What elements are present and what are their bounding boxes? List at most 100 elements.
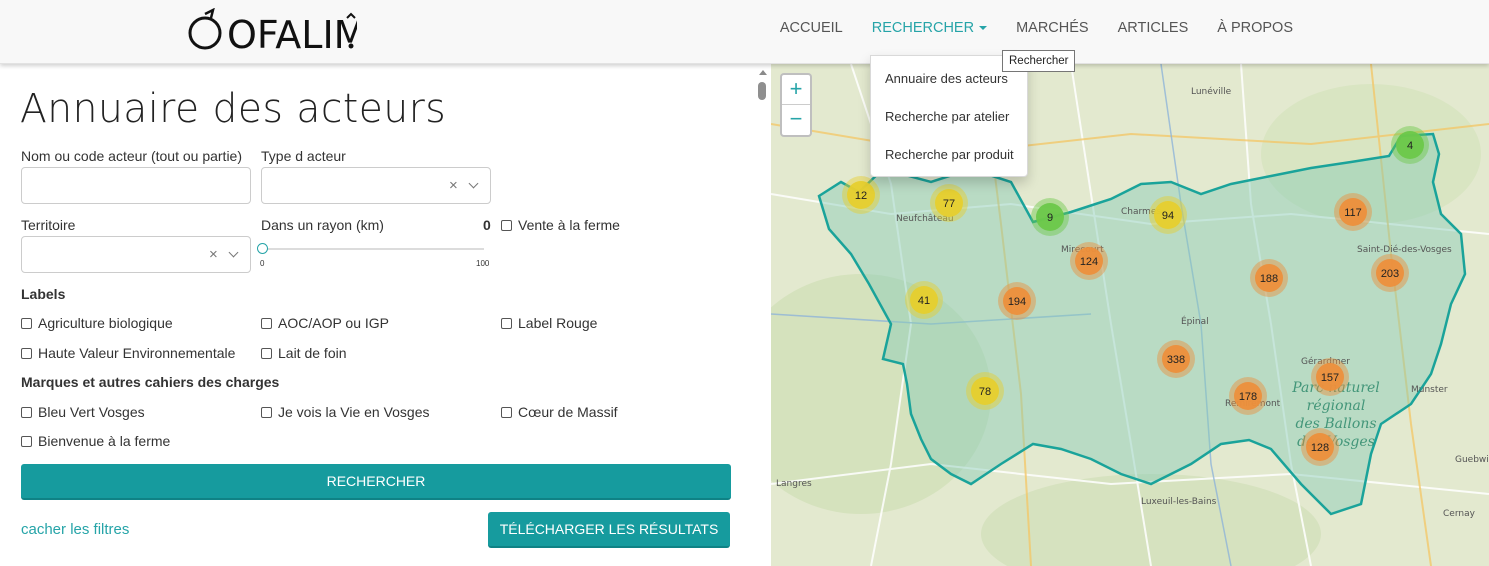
- nav-a-propos[interactable]: À propos: [1217, 20, 1293, 36]
- brand-text: Bleu Vert Vosges: [38, 404, 145, 420]
- chevron-down-icon[interactable]: [468, 178, 479, 189]
- cluster-count: 12: [855, 190, 867, 202]
- label-text: Label Rouge: [518, 315, 598, 331]
- checkbox-box[interactable]: [501, 317, 512, 329]
- brand-text: Cœur de Massif: [518, 404, 618, 420]
- label-text: Agriculture biologique: [38, 315, 173, 331]
- brands-heading: Marques et autres cahiers des charges: [21, 374, 280, 390]
- cluster-count: 4: [1407, 140, 1413, 152]
- nav-rechercher[interactable]: Rechercher: [871, 20, 988, 36]
- zoom-control: + −: [780, 73, 812, 137]
- scroll-thumb[interactable]: [758, 82, 766, 100]
- cluster-marker[interactable]: 128: [1301, 428, 1339, 466]
- checkbox-box[interactable]: [261, 317, 272, 329]
- cluster-count: 188: [1260, 273, 1278, 285]
- type-label: Type d acteur: [261, 148, 346, 164]
- nav-articles[interactable]: Articles: [1118, 20, 1189, 36]
- label-bio-checkbox[interactable]: Agriculture biologique: [21, 315, 173, 331]
- caret-down-icon: [979, 26, 988, 31]
- svg-text:des Ballons: des Ballons: [1295, 416, 1376, 432]
- download-results-button[interactable]: Télécharger les résultats: [488, 512, 730, 548]
- cluster-marker[interactable]: 94: [1149, 196, 1187, 234]
- cluster-count: 124: [1080, 256, 1098, 268]
- logo-text: OFALIM: [227, 13, 357, 54]
- nav-marches[interactable]: Marchés: [1016, 20, 1089, 36]
- page-title: Annuaire des acteurs: [20, 86, 447, 132]
- cluster-marker[interactable]: 124: [1070, 242, 1108, 280]
- cluster-count: 77: [943, 198, 955, 210]
- brand-bleu-vert-checkbox[interactable]: Bleu Vert Vosges: [21, 404, 145, 420]
- scrollbar[interactable]: [756, 70, 768, 566]
- cluster-count: 117: [1344, 207, 1362, 219]
- cluster-marker[interactable]: 77: [930, 184, 968, 222]
- brand-text: Bienvenue à la ferme: [38, 433, 171, 449]
- label-lait-foin-checkbox[interactable]: Lait de foin: [261, 345, 347, 361]
- brand-bienvenue-checkbox[interactable]: Bienvenue à la ferme: [21, 433, 170, 449]
- territory-select[interactable]: ×: [21, 236, 251, 273]
- checkbox-box[interactable]: [21, 406, 32, 418]
- cluster-count: 9: [1047, 212, 1053, 224]
- scroll-up-arrow-icon[interactable]: [759, 70, 767, 75]
- cluster-marker[interactable]: 4: [1391, 126, 1429, 164]
- brand-coeur-massif-checkbox[interactable]: Cœur de Massif: [501, 404, 618, 420]
- ofalim-logo[interactable]: OFALIM: [187, 8, 357, 54]
- zoom-out-button[interactable]: −: [782, 105, 810, 135]
- cluster-count: 128: [1311, 442, 1329, 454]
- chevron-down-icon[interactable]: [228, 247, 239, 258]
- checkbox-box[interactable]: [21, 317, 32, 329]
- logo-mark: OFALIM: [188, 8, 357, 54]
- clear-icon[interactable]: ×: [449, 177, 458, 194]
- type-select[interactable]: ×: [261, 167, 491, 204]
- cluster-marker[interactable]: 157: [1311, 358, 1349, 396]
- zoom-in-button[interactable]: +: [782, 75, 810, 105]
- slider-min: 0: [260, 259, 265, 268]
- svg-text:Guebwiller: Guebwiller: [1455, 455, 1489, 465]
- nav-rechercher-label: Rechercher: [871, 20, 975, 36]
- radius-label: Dans un rayon (km): [261, 217, 384, 233]
- label-rouge-checkbox[interactable]: Label Rouge: [501, 315, 597, 331]
- checkbox-box[interactable]: [21, 435, 32, 447]
- svg-text:Saint-Dié-des-Vosges: Saint-Dié-des-Vosges: [1357, 244, 1452, 255]
- name-input[interactable]: [21, 167, 251, 204]
- label-aoc-checkbox[interactable]: AOC/AOP ou IGP: [261, 315, 389, 331]
- farm-sale-checkbox[interactable]: Vente à la ferme: [501, 217, 620, 233]
- cluster-marker[interactable]: 78: [966, 372, 1004, 410]
- checkbox-box[interactable]: [261, 347, 272, 359]
- farm-sale-label: Vente à la ferme: [518, 217, 620, 233]
- radius-slider-track[interactable]: [262, 248, 484, 250]
- checkbox-box[interactable]: [501, 406, 512, 418]
- checkbox-box[interactable]: [21, 347, 32, 359]
- cluster-count: 203: [1381, 268, 1399, 280]
- label-text: Haute Valeur Environnementale: [38, 345, 236, 361]
- cluster-count: 178: [1239, 391, 1257, 403]
- cluster-marker[interactable]: 9: [1031, 198, 1069, 236]
- checkbox-box[interactable]: [501, 219, 512, 231]
- search-button[interactable]: Rechercher: [21, 464, 731, 500]
- cluster-marker[interactable]: 12: [842, 176, 880, 214]
- cluster-marker[interactable]: 41: [905, 281, 943, 319]
- nav-accueil[interactable]: Accueil: [780, 20, 843, 36]
- cluster-marker[interactable]: 178: [1229, 377, 1267, 415]
- clear-icon[interactable]: ×: [209, 246, 218, 263]
- cluster-count: 78: [979, 386, 991, 398]
- cluster-marker[interactable]: 117: [1334, 193, 1372, 231]
- checkbox-box[interactable]: [261, 406, 272, 418]
- label-text: Lait de foin: [278, 345, 347, 361]
- cluster-marker[interactable]: 194: [998, 282, 1036, 320]
- name-label: Nom ou code acteur (tout ou partie): [21, 148, 243, 164]
- filter-panel: Annuaire des acteurs Nom ou code acteur …: [0, 64, 770, 566]
- cluster-marker[interactable]: 203: [1371, 254, 1409, 292]
- territory-label: Territoire: [21, 217, 76, 233]
- svg-text:régional: régional: [1307, 398, 1366, 414]
- dropdown-recherche-atelier[interactable]: Recherche par atelier: [871, 100, 1027, 138]
- hide-filters-link[interactable]: cacher les filtres: [21, 521, 129, 538]
- cluster-count: 194: [1008, 296, 1026, 308]
- radius-value: 0: [483, 217, 491, 233]
- radius-slider-handle[interactable]: [257, 243, 268, 254]
- svg-text:Cernay: Cernay: [1443, 509, 1476, 519]
- brand-je-vois-checkbox[interactable]: Je vois la Vie en Vosges: [261, 404, 430, 420]
- label-hve-checkbox[interactable]: Haute Valeur Environnementale: [21, 345, 235, 361]
- cluster-marker[interactable]: 188: [1250, 259, 1288, 297]
- dropdown-recherche-produit[interactable]: Recherche par produit: [871, 138, 1027, 176]
- cluster-marker[interactable]: 338: [1157, 340, 1195, 378]
